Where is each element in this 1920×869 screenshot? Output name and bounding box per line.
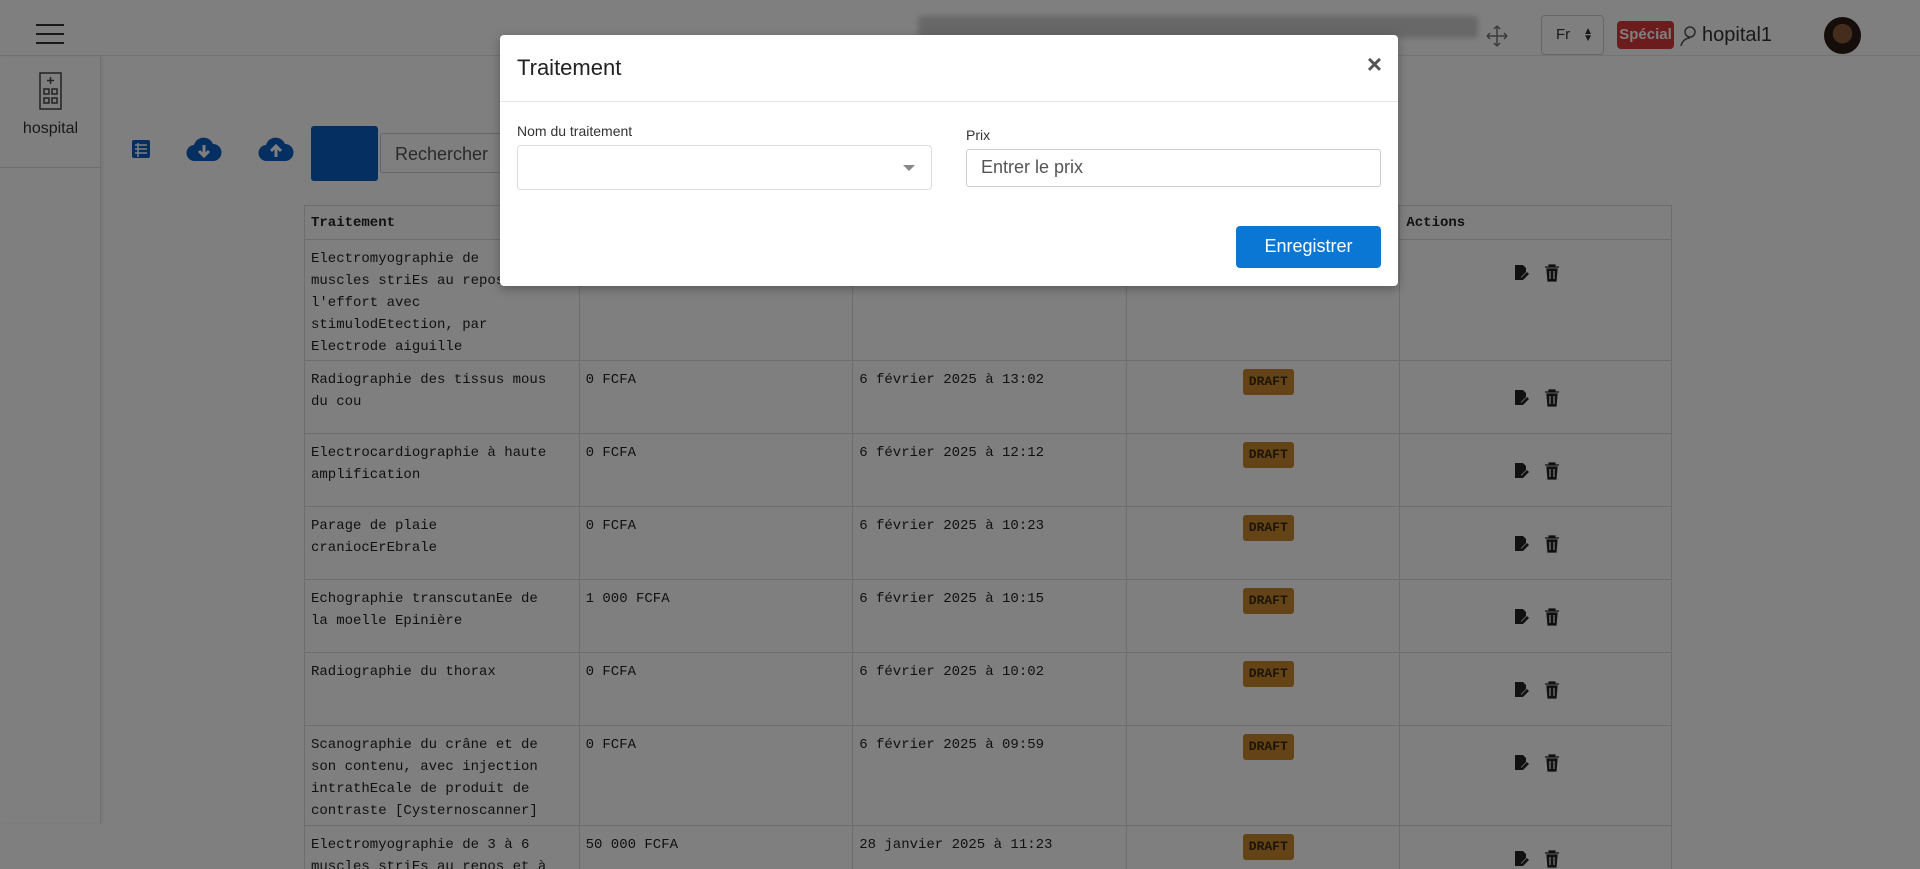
save-button[interactable]: Enregistrer	[1236, 226, 1381, 268]
treatment-modal: Traitement × Nom du traitement Prix Entr…	[500, 35, 1398, 286]
price-input[interactable]: Entrer le prix	[966, 149, 1381, 187]
treatment-name-select[interactable]	[517, 145, 932, 190]
caret-down-icon	[903, 165, 915, 171]
treatment-name-label: Nom du traitement	[517, 123, 633, 139]
modal-title: Traitement	[517, 55, 622, 80]
close-icon[interactable]: ×	[1367, 51, 1382, 77]
price-label: Prix	[966, 127, 991, 143]
modal-header: Traitement ×	[500, 35, 1398, 102]
